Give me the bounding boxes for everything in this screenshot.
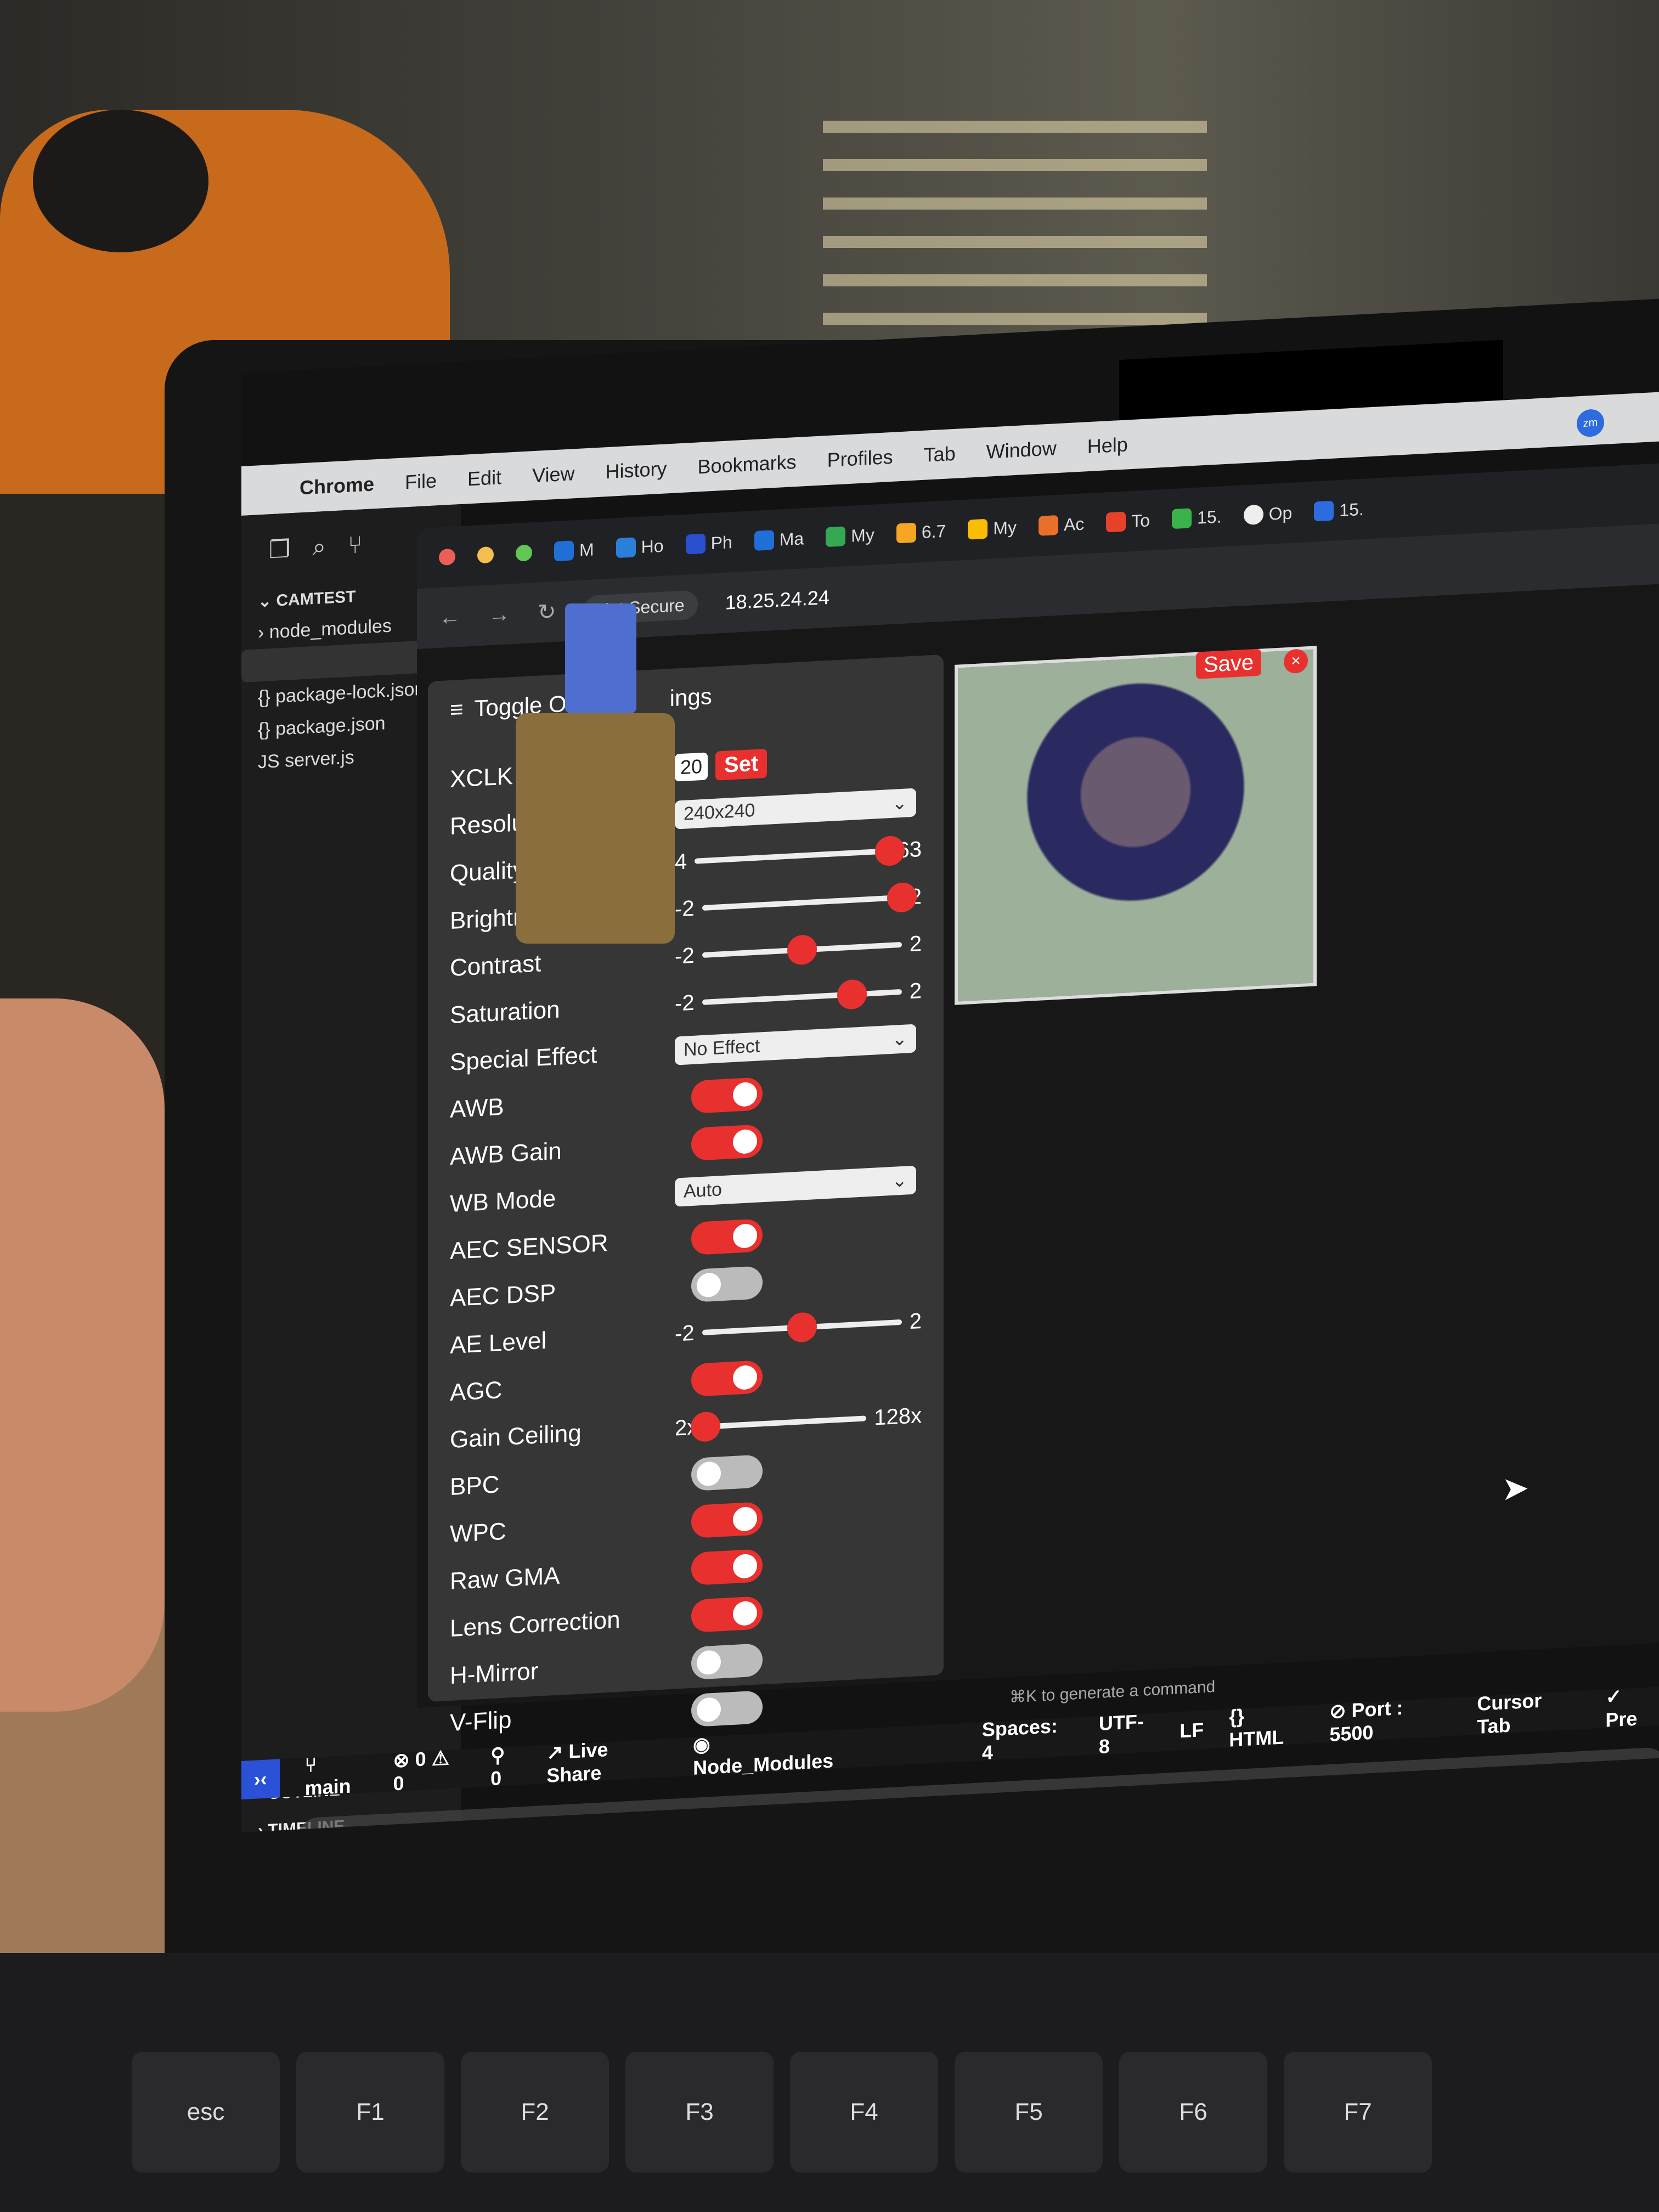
menu-history[interactable]: History [605,457,667,483]
save-button[interactable]: Save [1196,648,1262,679]
menu-profiles[interactable]: Profiles [827,445,893,472]
mouse-cursor-icon: ➤ [1502,1469,1530,1508]
contrast-slider[interactable] [702,934,902,966]
slider-max-label: 2 [909,978,922,1003]
camera-settings-panel: ≡ Toggle OV ings XCLK MHz 20 Set Resolution 2… [428,654,944,1736]
key-f4[interactable]: F4 [790,2052,938,2172]
v-flip-toggle[interactable] [691,1690,763,1728]
bookmark[interactable]: 6.7 [896,521,946,544]
slider-thumb[interactable] [787,934,817,966]
menu-help[interactable]: Help [1087,433,1128,458]
explorer-icon[interactable]: ❐ [269,535,290,564]
bookmark[interactable]: Op [1243,503,1292,526]
cursor-tab-status[interactable]: Cursor Tab [1477,1687,1580,1739]
saturation-slider[interactable] [702,979,902,1011]
bookmark[interactable]: My [826,524,874,548]
slider-min-label: -2 [675,943,695,969]
chevron-down-icon: ⌄ [891,1170,908,1192]
ae-level-slider[interactable] [702,1312,902,1343]
quality-slider[interactable] [695,835,905,867]
brightness-slider[interactable] [702,882,917,913]
bookmark[interactable]: 15. [1172,506,1222,529]
source-control-icon[interactable]: ⑂ [348,531,362,560]
awb-gain-toggle[interactable] [691,1124,763,1161]
wpc-toggle[interactable] [691,1502,763,1539]
problems-status[interactable]: ⊗ 0 ⚠ 0 [393,1746,465,1796]
live-share-button[interactable]: ↗ Live Share [546,1735,668,1787]
menu-icon: ≡ [450,696,464,723]
chevron-down-icon: ⌄ [891,792,908,814]
prettier-status[interactable]: ✓ Pre [1605,1683,1659,1732]
port-status[interactable]: ⊘ Port : 5500 [1329,1694,1452,1746]
chevron-down-icon: ⌄ [891,1028,908,1050]
maximize-window-button[interactable] [516,544,532,562]
menu-bookmarks[interactable]: Bookmarks [698,450,797,478]
bookmark[interactable]: M [554,539,594,562]
raw-gma-toggle[interactable] [691,1549,763,1586]
ports-status[interactable]: ⚲ 0 [490,1742,521,1790]
slider-max-label: 2 [909,931,922,956]
eol-status[interactable]: LF [1180,1718,1204,1742]
bookmark[interactable]: Ho [616,535,664,558]
key-f3[interactable]: F3 [625,2052,774,2172]
wb-mode-select[interactable]: Auto ⌄ [675,1165,916,1207]
set-xclk-button[interactable]: Set [715,748,768,781]
h-mirror-toggle[interactable] [691,1643,763,1680]
key-esc[interactable]: esc [132,2052,280,2172]
command-hint: ⌘K to generate a command [1009,1677,1216,1707]
back-icon[interactable]: ← [439,605,461,630]
url-field[interactable]: 18.25.24.24 [725,586,830,614]
minimize-window-button[interactable] [477,546,494,564]
key-f1[interactable]: F1 [296,2052,444,2172]
menu-edit[interactable]: Edit [467,466,501,490]
key-f5[interactable]: F5 [955,2052,1103,2172]
bookmark[interactable]: Ph [685,532,732,555]
camera-stream-video [955,646,1317,1005]
person-head [33,110,208,252]
menu-window[interactable]: Window [986,437,1057,464]
search-icon[interactable]: ⌕ [312,533,326,562]
language-status[interactable]: {} HTML [1229,1701,1304,1751]
aec-dsp-toggle[interactable] [691,1266,763,1303]
menu-app-name[interactable]: Chrome [300,472,374,499]
awb-toggle[interactable] [691,1077,763,1114]
keyboard: esc F1 F2 F3 F4 F5 F6 F7 [0,1953,1659,2212]
encoding-status[interactable]: UTF-8 [1099,1709,1154,1758]
slider-min-label: -2 [675,990,695,1016]
agc-toggle[interactable] [691,1360,763,1397]
remote-indicator[interactable]: ›‹ [241,1759,280,1799]
menu-file[interactable]: File [405,469,437,494]
slider-thumb[interactable] [691,1411,721,1443]
slider-thumb[interactable] [787,1312,817,1343]
bookmark[interactable]: 15. [1314,499,1364,522]
bookmark[interactable]: Ma [754,528,804,551]
slider-min-label: -2 [675,1321,695,1346]
lens-correction-toggle[interactable] [691,1596,763,1633]
slider-thumb[interactable] [837,979,867,1011]
laptop-screen: Chrome File Edit View History Bookmarks … [241,298,1659,1832]
camera-module-hardware [516,603,680,944]
bookmark[interactable]: My [968,517,1017,540]
gain-ceiling-slider[interactable] [691,1411,867,1443]
key-f6[interactable]: F6 [1119,2052,1267,2172]
special-effect-select[interactable]: No Effect ⌄ [675,1024,916,1065]
bookmark[interactable]: Ac [1038,514,1084,536]
bpc-toggle[interactable] [691,1454,763,1492]
node-modules-status[interactable]: ◉ Node_Modules [693,1725,855,1779]
hand [0,998,165,1712]
menu-view[interactable]: View [532,462,574,487]
resolution-select[interactable]: 240x240 ⌄ [675,788,916,830]
menu-tab[interactable]: Tab [924,442,956,467]
key-f2[interactable]: F2 [461,2052,609,2172]
slider-max-label: 128x [874,1403,922,1430]
slider-max-label: 2 [909,1308,922,1334]
spaces-status[interactable]: Spaces: 4 [982,1714,1074,1765]
bookmark[interactable]: To [1106,510,1150,533]
forward-icon[interactable]: → [488,602,510,628]
aec-sensor-toggle[interactable] [691,1218,763,1256]
close-window-button[interactable] [439,548,455,566]
branch-status[interactable]: ⑂ main [305,1751,368,1800]
key-f7[interactable]: F7 [1284,2052,1432,2172]
